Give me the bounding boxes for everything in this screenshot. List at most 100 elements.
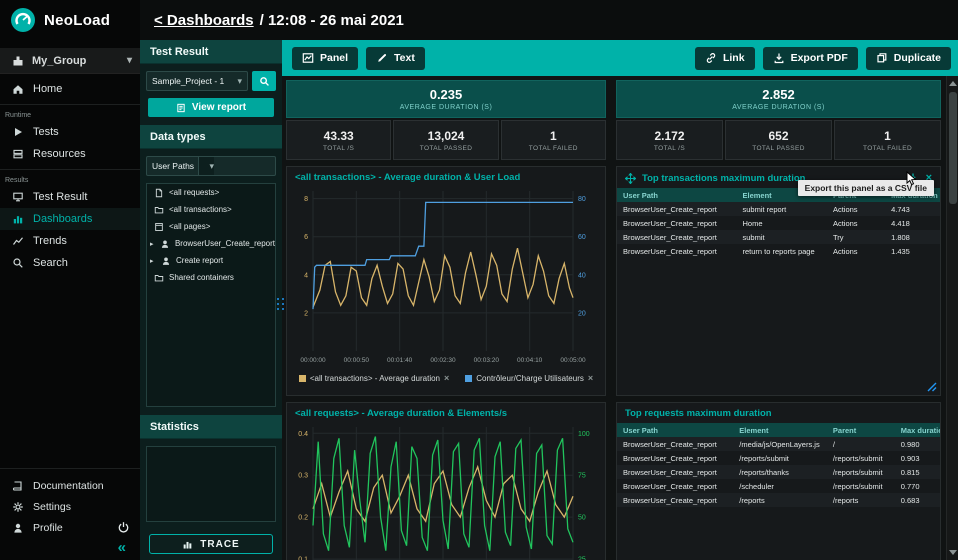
stat-total-s[interactable]: 43.33TOTAL /S bbox=[286, 120, 391, 160]
power-icon[interactable] bbox=[117, 521, 130, 534]
table-row[interactable]: BrowserUser_Create_reportsubmit reportAc… bbox=[617, 202, 940, 216]
svg-text:2: 2 bbox=[304, 310, 308, 317]
table-header-row: User PathElementParentMax duration (s) bbox=[617, 423, 940, 437]
sidebar-item-dashboards[interactable]: Dashboards bbox=[0, 208, 140, 230]
move-panel-icon[interactable] bbox=[625, 173, 636, 184]
duplicate-button[interactable]: Duplicate bbox=[866, 47, 951, 70]
scrollbar-thumb[interactable] bbox=[949, 92, 957, 204]
svg-text:0.1: 0.1 bbox=[298, 557, 308, 560]
tree-item-browseruser-create-report[interactable]: ▸ BrowserUser_Create_report bbox=[147, 235, 275, 252]
table-row[interactable]: BrowserUser_Create_report/reports/thanks… bbox=[617, 465, 940, 479]
group-selector[interactable]: My_Group ▾ bbox=[0, 48, 140, 74]
top-transactions-panel[interactable]: Top transactions maximum duration × User… bbox=[616, 166, 941, 396]
stat-total-s[interactable]: 2.172TOTAL /S bbox=[616, 120, 723, 160]
transactions-chart[interactable]: 00:00:0000:00:5000:01:4000:02:3000:03:20… bbox=[287, 183, 603, 369]
stat-total-passed[interactable]: 13,024TOTAL PASSED bbox=[393, 120, 498, 160]
column-header[interactable]: Parent bbox=[827, 426, 895, 435]
sidebar-nav: Home Runtime Tests Resources Results Tes… bbox=[0, 78, 140, 274]
panel-drag-handle[interactable] bbox=[277, 298, 285, 324]
sidebar-item-profile[interactable]: Profile bbox=[0, 517, 140, 538]
svg-text:0.4: 0.4 bbox=[298, 431, 308, 438]
tree-item-all-pages[interactable]: <all pages> bbox=[147, 218, 275, 235]
top-requests-table: User PathElementParentMax duration (s)Br… bbox=[617, 423, 940, 507]
file-icon bbox=[154, 188, 164, 198]
legend-item[interactable]: <all transactions> - Average duration × bbox=[299, 373, 449, 383]
requests-chart[interactable]: 00:00:0000:00:5000:01:4000:02:3000:03:20… bbox=[287, 419, 603, 560]
scroll-up-icon[interactable] bbox=[949, 81, 957, 86]
page-title: / 12:08 - 26 mai 2021 bbox=[260, 12, 404, 29]
column-header[interactable]: User Path bbox=[617, 426, 733, 435]
project-select[interactable]: Sample_Project - 1 ▾ bbox=[146, 71, 248, 91]
expander-icon[interactable]: ▸ bbox=[150, 257, 156, 265]
tree-item-create-report[interactable]: ▸ Create report bbox=[147, 252, 275, 269]
table-cell: /reports bbox=[733, 496, 827, 505]
sidebar-item-home[interactable]: Home bbox=[0, 78, 140, 100]
neoload-logo-icon bbox=[10, 7, 36, 33]
trace-button[interactable]: TRACE bbox=[149, 534, 273, 554]
resize-handle-icon[interactable] bbox=[926, 381, 937, 392]
search-result-button[interactable] bbox=[252, 71, 276, 91]
top-requests-panel[interactable]: Top requests maximum duration User PathE… bbox=[616, 402, 941, 560]
sidebar-item-test-result[interactable]: Test Result bbox=[0, 186, 140, 208]
tree-item-shared-containers[interactable]: Shared containers bbox=[147, 269, 275, 286]
sidebar-item-trends[interactable]: Trends bbox=[0, 230, 140, 252]
expander-icon[interactable]: ▸ bbox=[150, 240, 155, 248]
table-cell: BrowserUser_Create_report bbox=[617, 233, 737, 242]
remove-series-icon[interactable]: × bbox=[444, 373, 449, 383]
requests-chart-panel[interactable]: <all requests> - Average duration & Elem… bbox=[286, 402, 606, 560]
table-row[interactable]: BrowserUser_Create_reportHomeActions4.41… bbox=[617, 216, 940, 230]
sidebar-item-documentation[interactable]: Documentation bbox=[0, 475, 140, 496]
table-row[interactable]: BrowserUser_Create_reportreturn to repor… bbox=[617, 244, 940, 258]
table-cell: Actions bbox=[827, 247, 885, 256]
table-row[interactable]: BrowserUser_Create_reportsubmitTry1.808 bbox=[617, 230, 940, 244]
gear-icon bbox=[12, 501, 24, 513]
sidebar-item-tests[interactable]: Tests bbox=[0, 121, 140, 143]
column-header[interactable]: Element bbox=[733, 426, 827, 435]
table-row[interactable]: BrowserUser_Create_report/reports/submit… bbox=[617, 451, 940, 465]
pencil-icon bbox=[376, 52, 388, 64]
sidebar-bottom: Documentation Settings Profile « bbox=[0, 468, 140, 554]
vertical-scrollbar[interactable] bbox=[946, 76, 958, 560]
avg-duration-stat-right[interactable]: 2.852 AVERAGE DURATION (S) bbox=[616, 80, 941, 118]
legend-item[interactable]: Contrôleur/Charge Utilisateurs × bbox=[465, 373, 593, 383]
person-icon bbox=[12, 522, 24, 534]
transactions-chart-panel[interactable]: <all transactions> - Average duration & … bbox=[286, 166, 606, 396]
table-cell: return to reports page bbox=[737, 247, 827, 256]
tree-item-all-requests[interactable]: <all requests> bbox=[147, 184, 275, 201]
remove-series-icon[interactable]: × bbox=[588, 373, 593, 383]
tree-item-all-transactions[interactable]: <all transactions> bbox=[147, 201, 275, 218]
stat-cells-right: 2.172TOTAL /S 652TOTAL PASSED 1TOTAL FAI… bbox=[616, 120, 941, 160]
table-cell: BrowserUser_Create_report bbox=[617, 468, 733, 477]
chart-legend: <all transactions> - Average duration × … bbox=[287, 369, 605, 387]
view-report-button[interactable]: View report bbox=[148, 98, 274, 117]
sidebar-item-settings[interactable]: Settings bbox=[0, 496, 140, 517]
dashboards-back-link[interactable]: < Dashboards bbox=[154, 12, 254, 29]
sidebar-item-resources[interactable]: Resources bbox=[0, 143, 140, 165]
table-row[interactable]: BrowserUser_Create_report/reports/report… bbox=[617, 493, 940, 507]
table-row[interactable]: BrowserUser_Create_report/scheduler/repo… bbox=[617, 479, 940, 493]
table-row[interactable]: BrowserUser_Create_report/media/js/OpenL… bbox=[617, 437, 940, 451]
dashboard-toolbar: Panel Text Link Export PDF Duplicate bbox=[282, 40, 958, 76]
export-pdf-button[interactable]: Export PDF bbox=[763, 47, 858, 70]
svg-text:00:00:50: 00:00:50 bbox=[344, 357, 370, 364]
bar-chart-icon bbox=[12, 213, 24, 225]
sidebar-item-search[interactable]: Search bbox=[0, 252, 140, 274]
section-runtime: Runtime bbox=[0, 104, 140, 121]
stat-total-failed[interactable]: 1TOTAL FAILED bbox=[501, 120, 606, 160]
link-button[interactable]: Link bbox=[695, 47, 755, 70]
column-header[interactable]: Max duration (s) bbox=[895, 426, 940, 435]
avg-duration-stat-left[interactable]: 0.235 AVERAGE DURATION (S) bbox=[286, 80, 606, 118]
stat-total-failed[interactable]: 1TOTAL FAILED bbox=[834, 120, 941, 160]
stat-total-passed[interactable]: 652TOTAL PASSED bbox=[725, 120, 832, 160]
table-cell: 0.683 bbox=[895, 496, 940, 505]
scroll-down-icon[interactable] bbox=[949, 550, 957, 555]
table-cell: BrowserUser_Create_report bbox=[617, 454, 733, 463]
table-cell: /scheduler bbox=[733, 482, 827, 491]
add-panel-button[interactable]: Panel bbox=[292, 47, 358, 70]
svg-text:00:01:40: 00:01:40 bbox=[387, 357, 413, 364]
add-text-button[interactable]: Text bbox=[366, 47, 425, 70]
column-header[interactable]: User Path bbox=[617, 191, 737, 200]
folder-icon bbox=[154, 205, 164, 215]
collapse-sidebar-icon[interactable]: « bbox=[118, 542, 126, 554]
data-type-select[interactable]: User Paths ▾ bbox=[146, 156, 276, 176]
